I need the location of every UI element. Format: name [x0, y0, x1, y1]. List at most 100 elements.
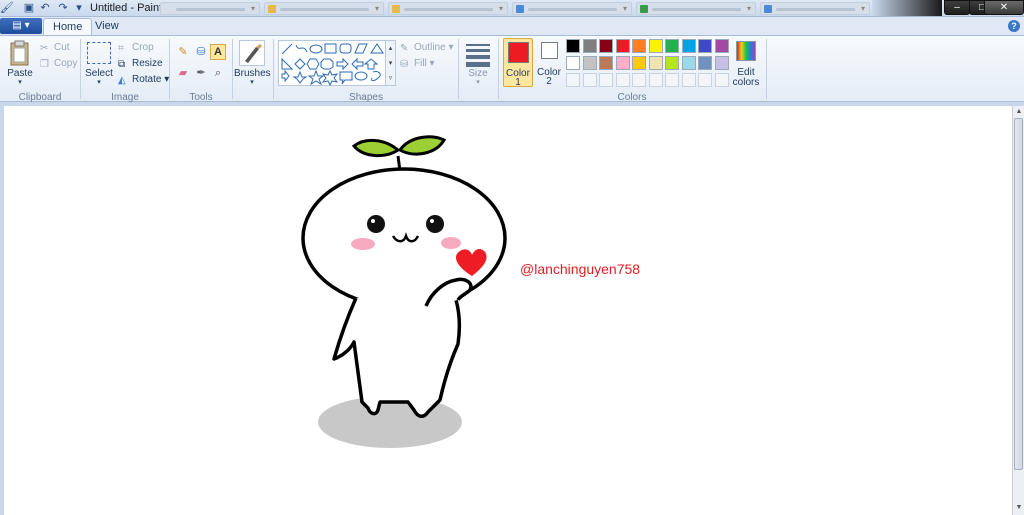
background-window-tab[interactable]: ▾: [512, 2, 632, 15]
color2-number: 2: [546, 76, 552, 87]
palette-swatch[interactable]: [648, 56, 663, 70]
paint-menu-button[interactable]: ▤ ▾: [0, 18, 42, 34]
group-divider: [80, 39, 81, 99]
palette-custom-slot[interactable]: [566, 73, 580, 87]
copy-icon: ❐: [40, 59, 49, 70]
group-divider: [169, 39, 170, 99]
shapes-scroll-arrows[interactable]: ▴ ▾ ▿: [386, 40, 396, 86]
magnifier-icon[interactable]: ⌕: [210, 65, 226, 81]
palette-swatch[interactable]: [615, 56, 630, 70]
outline-button[interactable]: ✎ Outline ▾: [400, 42, 453, 54]
fill-button[interactable]: ⛁ Fill ▾: [400, 58, 435, 70]
customize-icon[interactable]: ▾: [72, 1, 86, 15]
palette-swatch[interactable]: [648, 39, 663, 53]
background-window-tab[interactable]: ▾: [264, 2, 384, 15]
paint-app-icon[interactable]: 🖌: [0, 1, 14, 15]
select-icon[interactable]: [87, 42, 111, 64]
color1-number: 1: [515, 77, 521, 88]
group-divider: [766, 39, 767, 99]
palette-swatch[interactable]: [698, 56, 712, 70]
drawing-left-cheek: [351, 238, 375, 250]
watermark-text: @lanchinguyen758: [520, 261, 641, 277]
tab-view[interactable]: View: [86, 18, 128, 35]
palette-custom-slot[interactable]: [615, 73, 630, 87]
paste-dropdown-icon[interactable]: ▾: [6, 78, 34, 86]
palette-swatch[interactable]: [714, 56, 729, 70]
cut-button[interactable]: ✂ Cut: [40, 42, 70, 54]
palette-custom-slot[interactable]: [599, 73, 613, 87]
fill-bucket-icon[interactable]: ⛁: [193, 44, 209, 60]
minimize-button[interactable]: –: [944, 0, 970, 15]
vertical-scrollbar[interactable]: ▲ ▼: [1012, 106, 1024, 515]
palette-swatch[interactable]: [566, 56, 580, 70]
scroll-up-arrow[interactable]: ▲: [1015, 108, 1023, 116]
clipboard-icon: [10, 40, 29, 66]
size-icon[interactable]: [466, 42, 490, 67]
size-dropdown-icon[interactable]: ▾: [462, 78, 494, 86]
paste-button[interactable]: [8, 40, 32, 70]
color2-swatch[interactable]: [541, 42, 558, 59]
edit-colors-icon[interactable]: [736, 41, 756, 61]
color1-button[interactable]: Color 1: [503, 38, 533, 88]
drawing-shadow: [318, 396, 462, 448]
scissors-icon: ✂: [40, 43, 49, 54]
palette-swatch[interactable]: [599, 39, 613, 53]
crop-button[interactable]: ⌗ Crop: [118, 42, 154, 54]
background-window-tab[interactable]: ▾: [388, 2, 508, 15]
scroll-down-arrow[interactable]: ▼: [1015, 504, 1023, 512]
undo-icon[interactable]: ↶: [38, 1, 52, 15]
palette-swatch[interactable]: [599, 56, 613, 70]
pencil-icon[interactable]: ✎: [175, 44, 191, 60]
redo-icon[interactable]: ↷: [56, 1, 70, 15]
copy-button[interactable]: ❐ Copy: [40, 58, 77, 70]
brushes-dropdown-icon[interactable]: ▾: [234, 78, 270, 86]
select-dropdown-icon[interactable]: ▾: [84, 78, 114, 86]
palette-custom-slot[interactable]: [698, 73, 712, 87]
edit-colors-label-2[interactable]: colors: [730, 77, 762, 88]
palette-swatch[interactable]: [632, 39, 646, 53]
help-icon[interactable]: ?: [1008, 20, 1020, 32]
palette-swatch[interactable]: [665, 56, 679, 70]
background-window-tab[interactable]: ▾: [160, 2, 260, 15]
rotate-button[interactable]: ◭ Rotate ▾: [118, 74, 169, 86]
text-tool-icon[interactable]: A: [210, 44, 226, 60]
shapes-gallery-icons: [281, 43, 384, 87]
palette-swatch[interactable]: [681, 39, 696, 53]
resize-button[interactable]: ⧉ Resize: [118, 58, 163, 70]
brush-icon[interactable]: [239, 40, 265, 66]
palette-custom-slot[interactable]: [665, 73, 679, 87]
palette-swatch[interactable]: [582, 39, 597, 53]
save-icon[interactable]: ▣: [22, 1, 36, 15]
group-divider: [232, 39, 233, 99]
palette-swatch[interactable]: [665, 39, 679, 53]
ribbon-tab-row: ▤ ▾ Home View ?: [0, 17, 1024, 35]
eraser-icon[interactable]: ▰: [175, 65, 191, 81]
drawing-canvas[interactable]: @lanchinguyen758: [4, 106, 1012, 515]
palette-swatch[interactable]: [698, 39, 712, 53]
scrollbar-thumb[interactable]: [1014, 118, 1023, 470]
palette-swatch[interactable]: [681, 56, 696, 70]
palette-swatch[interactable]: [615, 39, 630, 53]
close-button[interactable]: ✕: [984, 0, 1024, 15]
palette-swatch[interactable]: [714, 39, 729, 53]
fill-icon: ⛁: [400, 59, 409, 70]
drawing-right-eye: [426, 215, 444, 233]
tab-home[interactable]: Home: [43, 18, 93, 35]
ribbon: Paste ▾ ✂ Cut ❐ Copy Clipboard Select ▾ ⌗ C…: [0, 35, 1024, 103]
drawing-eye-highlight: [371, 219, 375, 223]
palette-custom-slot[interactable]: [681, 73, 696, 87]
palette-custom-slot[interactable]: [714, 73, 729, 87]
palette-swatch[interactable]: [632, 56, 646, 70]
shapes-gallery[interactable]: [278, 40, 386, 87]
background-window-tab[interactable]: ▾: [636, 2, 756, 15]
group-divider: [273, 39, 274, 99]
palette-swatch[interactable]: [566, 39, 580, 53]
color-picker-icon[interactable]: ✒: [193, 65, 209, 81]
workspace: @lanchinguyen758 ▲ ▼: [0, 102, 1024, 515]
palette-custom-slot[interactable]: [632, 73, 646, 87]
palette-swatch[interactable]: [582, 56, 597, 70]
palette-custom-slot[interactable]: [582, 73, 597, 87]
background-window-tab[interactable]: ▾: [760, 2, 870, 15]
palette-custom-slot[interactable]: [648, 73, 663, 87]
group-divider: [458, 39, 459, 99]
